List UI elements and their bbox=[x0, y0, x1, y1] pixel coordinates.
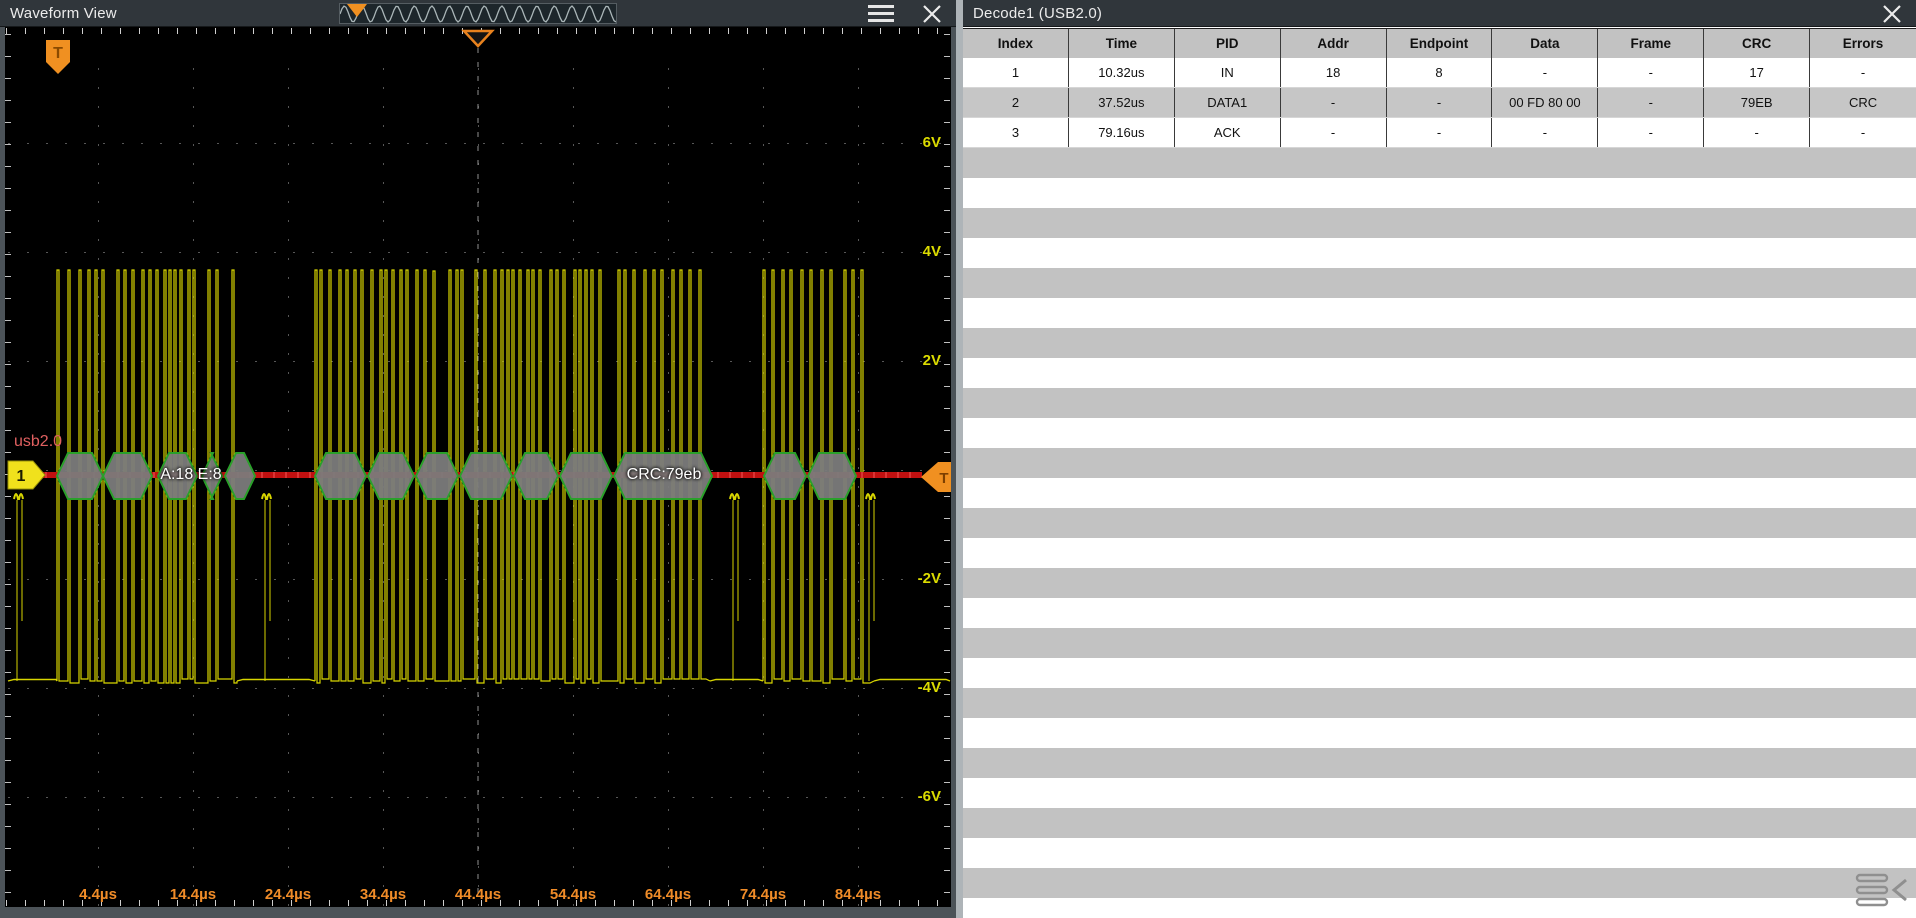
overview-trigger-marker[interactable] bbox=[347, 4, 367, 17]
table-row[interactable]: 2 37.52us DATA1- -00 FD 80 00-79EB CRC bbox=[963, 88, 1916, 118]
table-cell: IN bbox=[1175, 58, 1281, 87]
time-axis-label: 54.4µs bbox=[549, 886, 597, 903]
overview-sine-wave bbox=[340, 5, 616, 23]
close-icon[interactable] bbox=[1882, 4, 1902, 24]
table-cell: 37.52us bbox=[1069, 88, 1175, 117]
decode-panel-title: Decode1 (USB2.0) bbox=[973, 4, 1103, 22]
waveform-panel-title: Waveform View bbox=[10, 4, 117, 22]
time-axis-label: 44.4µs bbox=[454, 886, 502, 903]
column-header: CRC bbox=[1704, 29, 1811, 58]
decode-table: Index Time PID Addr Endpoint Data Frame CRC Erro… bbox=[963, 28, 1916, 148]
decode-token bbox=[55, 452, 105, 500]
table-cell: 1 bbox=[963, 58, 1069, 87]
decode-token bbox=[223, 452, 257, 500]
table-cell: 10.32us bbox=[1069, 58, 1175, 87]
table-row[interactable]: 1 10.32us IN 18 8- -17- bbox=[963, 58, 1916, 88]
time-axis-label: 14.4µs bbox=[169, 886, 217, 903]
voltage-axis-label: 6V bbox=[922, 134, 941, 151]
close-icon[interactable] bbox=[922, 4, 942, 24]
channel-number: 1 bbox=[17, 468, 26, 485]
decode-token-label: A:18 E:8 bbox=[160, 466, 222, 483]
voltage-axis-label: 2V bbox=[922, 352, 941, 369]
table-cell: - bbox=[1492, 58, 1599, 87]
decode-token bbox=[414, 452, 460, 500]
time-axis-label: 84.4µs bbox=[834, 886, 882, 903]
table-cell: CRC bbox=[1848, 95, 1878, 110]
trigger-source-letter: T bbox=[53, 45, 63, 62]
table-cell: - bbox=[1387, 118, 1493, 147]
table-cell: 2 bbox=[963, 88, 1069, 117]
decode-token bbox=[458, 452, 514, 500]
column-header: Data bbox=[1492, 29, 1599, 58]
voltage-axis-label: -2V bbox=[917, 570, 941, 587]
trigger-source-badge[interactable]: T bbox=[46, 40, 70, 74]
bus-decode-label[interactable]: usb2.0 bbox=[14, 433, 62, 451]
decode-token bbox=[806, 452, 858, 500]
table-cell: - bbox=[1598, 118, 1705, 147]
table-cell: 8 bbox=[1387, 58, 1493, 87]
scope-bottom-border bbox=[0, 907, 956, 918]
waveform-titlebar: Waveform View bbox=[0, 0, 956, 27]
voltage-axis-label: 4V bbox=[922, 243, 941, 260]
decode-token bbox=[762, 452, 808, 500]
table-cell: 00 FD 80 00 bbox=[1492, 88, 1599, 117]
table-cell: - bbox=[1281, 118, 1387, 147]
collapse-table-icon[interactable] bbox=[1854, 872, 1910, 908]
panel-divider[interactable] bbox=[956, 0, 963, 918]
column-header: Endpoint bbox=[1387, 29, 1493, 58]
trigger-position-marker[interactable] bbox=[461, 29, 495, 48]
column-header: Addr bbox=[1281, 29, 1387, 58]
decode-table-empty-stripes bbox=[963, 148, 1916, 918]
timebase-overview-strip[interactable] bbox=[339, 3, 617, 24]
table-cell: 79EB bbox=[1704, 88, 1811, 117]
table-row[interactable]: 3 79.16us ACK - - - - - - bbox=[963, 118, 1916, 148]
time-axis-label: 4.4µs bbox=[79, 886, 117, 903]
trigger-level-letter: T bbox=[939, 470, 948, 487]
table-cell: - bbox=[1704, 118, 1811, 147]
table-cell: - bbox=[1598, 58, 1705, 87]
table-cell: - bbox=[1860, 125, 1866, 140]
table-cell: 18 bbox=[1281, 58, 1387, 87]
table-cell: - bbox=[1860, 65, 1866, 80]
waveform-plot: T T 1 bbox=[7, 29, 956, 896]
time-axis-label: 24.4µs bbox=[264, 886, 312, 903]
table-cell: - bbox=[1492, 118, 1599, 147]
waveform-grid-area: T T 1 6V 4V 2V -2V -4V -6V 4.4µs 14.4µs 24.4 bbox=[0, 27, 956, 918]
table-cell: 17 bbox=[1704, 58, 1811, 87]
voltage-axis-label: -6V bbox=[917, 788, 941, 805]
table-cell: 79.16us bbox=[1069, 118, 1175, 147]
decode-token bbox=[558, 452, 614, 500]
column-header: Frame bbox=[1598, 29, 1705, 58]
decode-token bbox=[101, 452, 154, 500]
decode-token bbox=[512, 452, 560, 500]
table-cell: - bbox=[1281, 88, 1387, 117]
column-header: Time bbox=[1069, 29, 1175, 58]
decode-titlebar: Decode1 (USB2.0) bbox=[963, 0, 1916, 27]
table-cell: - bbox=[1387, 88, 1493, 117]
table-cell: ACK bbox=[1175, 118, 1281, 147]
decode-token bbox=[366, 452, 416, 500]
column-header: Errors bbox=[1842, 36, 1884, 51]
table-cell: 3 bbox=[963, 118, 1069, 147]
column-header: PID bbox=[1175, 29, 1281, 58]
time-axis-label: 74.4µs bbox=[739, 886, 787, 903]
voltage-axis-label: -4V bbox=[917, 679, 941, 696]
oscilloscope-app: T T 1 6V 4V 2V -2V -4V -6V 4.4µs 14.4µs 24.4 bbox=[0, 0, 1916, 918]
time-axis-label: 34.4µs bbox=[359, 886, 407, 903]
table-cell: DATA1 bbox=[1175, 88, 1281, 117]
menu-icon[interactable] bbox=[868, 5, 894, 22]
decode-table-header: Index Time PID Addr Endpoint Data Frame CRC Erro… bbox=[963, 28, 1916, 58]
channel-1-badge[interactable]: 1 bbox=[7, 460, 46, 490]
column-header: Index bbox=[963, 29, 1069, 58]
time-axis-label: 64.4µs bbox=[644, 886, 692, 903]
decode-token-label: CRC:79eb bbox=[626, 466, 702, 483]
decode-panel: Decode1 (USB2.0) Index Time PID Addr Endpoin… bbox=[963, 0, 1916, 918]
table-cell: - bbox=[1598, 88, 1705, 117]
waveform-view-panel: T T 1 6V 4V 2V -2V -4V -6V 4.4µs 14.4µs 24.4 bbox=[0, 0, 956, 918]
decode-token bbox=[313, 452, 368, 500]
scope-left-border bbox=[0, 27, 5, 918]
